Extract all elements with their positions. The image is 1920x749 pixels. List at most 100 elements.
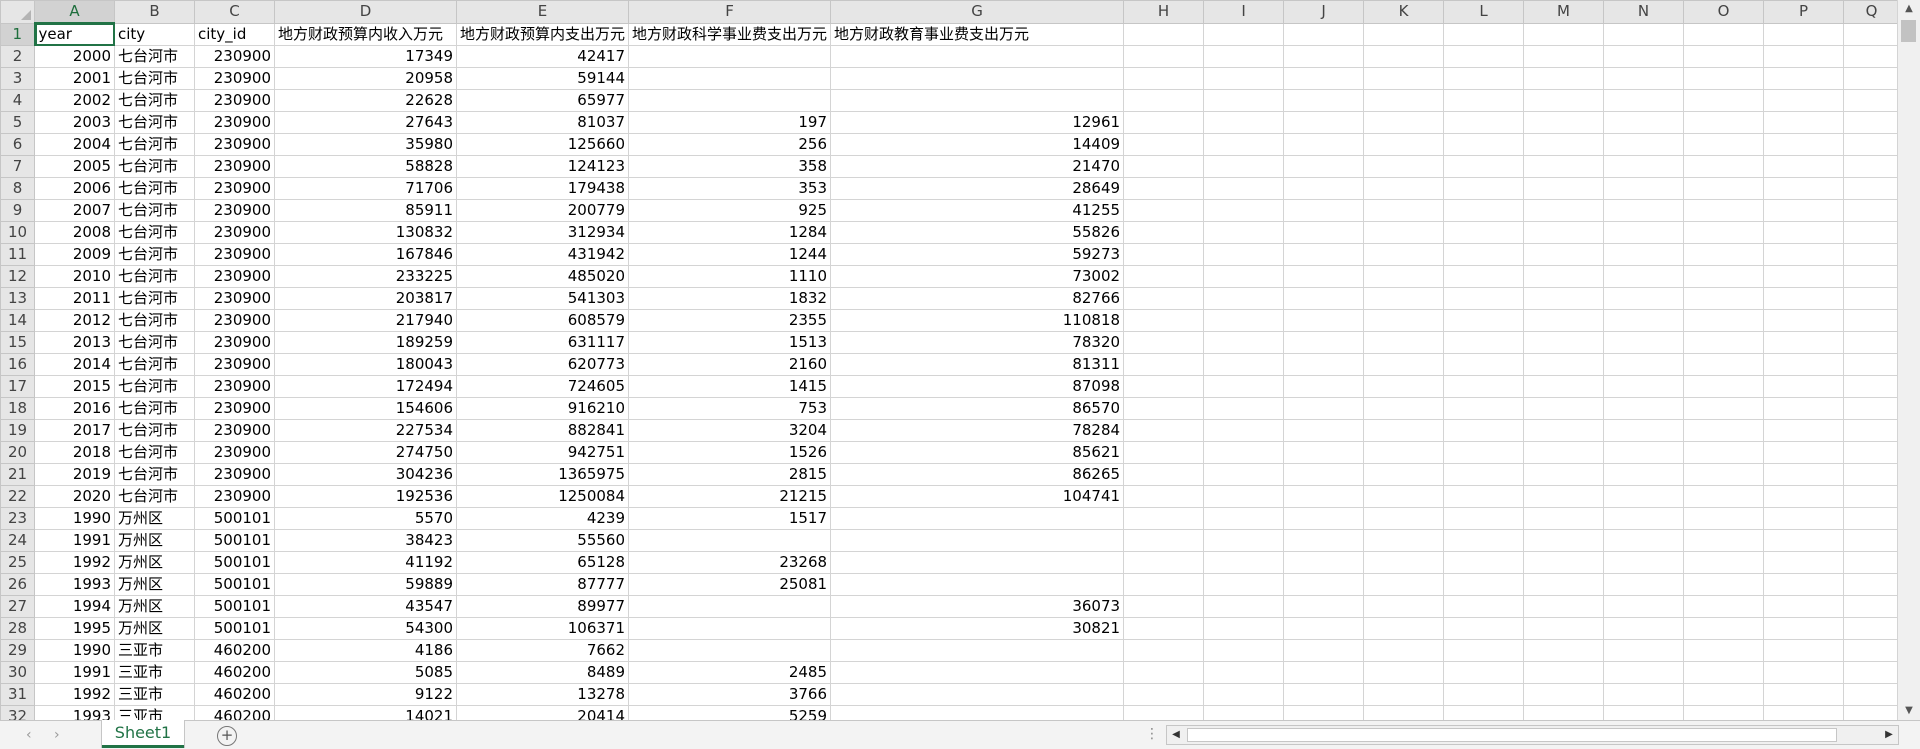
cell-i24[interactable] — [1203, 529, 1285, 552]
cell-m11[interactable] — [1523, 243, 1605, 266]
cell-e3[interactable]: 59144 — [455, 67, 630, 90]
cell-m12[interactable] — [1523, 265, 1605, 288]
cell-h9[interactable] — [1123, 199, 1205, 222]
cell-k19[interactable] — [1363, 419, 1445, 442]
cell-g26[interactable] — [830, 573, 1125, 596]
cell-e14[interactable]: 608579 — [455, 309, 630, 332]
cell-o25[interactable] — [1683, 551, 1765, 574]
cell-h7[interactable] — [1123, 155, 1205, 178]
column-header-k[interactable]: K — [1363, 0, 1445, 24]
cell-b5[interactable]: 七台河市 — [114, 111, 195, 134]
cell-e6[interactable]: 125660 — [455, 133, 630, 156]
cell-e32[interactable]: 20414 — [455, 705, 630, 720]
cell-j18[interactable] — [1283, 397, 1365, 420]
cell-q28[interactable] — [1843, 617, 1901, 640]
cell-f28[interactable] — [628, 617, 832, 640]
cell-f2[interactable] — [628, 45, 832, 68]
cell-g28[interactable]: 30821 — [830, 617, 1125, 640]
cell-g16[interactable]: 81311 — [830, 353, 1125, 376]
cell-e11[interactable]: 431942 — [455, 243, 630, 266]
cell-o2[interactable] — [1683, 45, 1765, 68]
add-sheet-icon[interactable]: + — [217, 726, 237, 746]
cell-d11[interactable]: 167846 — [274, 243, 457, 266]
cell-g24[interactable] — [830, 529, 1125, 552]
cell-f26[interactable]: 25081 — [628, 573, 832, 596]
cell-f13[interactable]: 1832 — [628, 287, 832, 310]
cell-m24[interactable] — [1523, 529, 1605, 552]
cell-q4[interactable] — [1843, 89, 1901, 112]
cell-q13[interactable] — [1843, 287, 1901, 310]
cell-d19[interactable]: 227534 — [274, 419, 457, 442]
cell-e7[interactable]: 124123 — [455, 155, 630, 178]
row-header[interactable]: 10 — [0, 221, 35, 244]
cell-b26[interactable]: 万州区 — [114, 573, 195, 596]
cell-o14[interactable] — [1683, 309, 1765, 332]
column-header-c[interactable]: C — [194, 0, 275, 24]
cell-j9[interactable] — [1283, 199, 1365, 222]
cell-o8[interactable] — [1683, 177, 1765, 200]
cell-c1[interactable]: city_id — [194, 22, 275, 46]
cell-l30[interactable] — [1443, 661, 1525, 684]
cell-b17[interactable]: 七台河市 — [114, 375, 195, 398]
cell-h21[interactable] — [1123, 463, 1205, 486]
cell-m5[interactable] — [1523, 111, 1605, 134]
row-header[interactable]: 9 — [0, 199, 35, 222]
cell-n18[interactable] — [1603, 397, 1685, 420]
cell-l23[interactable] — [1443, 507, 1525, 530]
cell-f24[interactable] — [628, 529, 832, 552]
cell-k10[interactable] — [1363, 221, 1445, 244]
cell-e2[interactable]: 42417 — [455, 45, 630, 68]
cell-n12[interactable] — [1603, 265, 1685, 288]
cell-e18[interactable]: 916210 — [455, 397, 630, 420]
cell-k22[interactable] — [1363, 485, 1445, 508]
cell-a11[interactable]: 2009 — [34, 243, 115, 266]
cell-h23[interactable] — [1123, 507, 1205, 530]
cell-o15[interactable] — [1683, 331, 1765, 354]
cell-i12[interactable] — [1203, 265, 1285, 288]
cell-n9[interactable] — [1603, 199, 1685, 222]
cell-a27[interactable]: 1994 — [34, 595, 115, 618]
cell-h1[interactable] — [1123, 22, 1205, 46]
cell-p27[interactable] — [1763, 595, 1845, 618]
cell-l10[interactable] — [1443, 221, 1525, 244]
cell-e30[interactable]: 8489 — [455, 661, 630, 684]
cell-h18[interactable] — [1123, 397, 1205, 420]
cell-q3[interactable] — [1843, 67, 1901, 90]
cell-d23[interactable]: 5570 — [274, 507, 457, 530]
cell-e9[interactable]: 200779 — [455, 199, 630, 222]
cell-q23[interactable] — [1843, 507, 1901, 530]
cell-h25[interactable] — [1123, 551, 1205, 574]
cell-b4[interactable]: 七台河市 — [114, 89, 195, 112]
cell-h17[interactable] — [1123, 375, 1205, 398]
cell-j4[interactable] — [1283, 89, 1365, 112]
cell-a6[interactable]: 2004 — [34, 133, 115, 156]
cell-h3[interactable] — [1123, 67, 1205, 90]
cell-m6[interactable] — [1523, 133, 1605, 156]
cell-c26[interactable]: 500101 — [194, 573, 275, 596]
cell-b7[interactable]: 七台河市 — [114, 155, 195, 178]
cell-o24[interactable] — [1683, 529, 1765, 552]
cell-i1[interactable] — [1203, 22, 1285, 46]
column-header-p[interactable]: P — [1763, 0, 1845, 24]
row-header[interactable]: 20 — [0, 441, 35, 464]
cell-i17[interactable] — [1203, 375, 1285, 398]
cell-k2[interactable] — [1363, 45, 1445, 68]
cell-o1[interactable] — [1683, 22, 1765, 46]
cell-d26[interactable]: 59889 — [274, 573, 457, 596]
cell-j19[interactable] — [1283, 419, 1365, 442]
cell-f7[interactable]: 358 — [628, 155, 832, 178]
vertical-scroll-thumb[interactable] — [1901, 20, 1916, 42]
cell-p21[interactable] — [1763, 463, 1845, 486]
cell-a25[interactable]: 1992 — [34, 551, 115, 574]
cell-a29[interactable]: 1990 — [34, 639, 115, 662]
cell-f19[interactable]: 3204 — [628, 419, 832, 442]
cell-i26[interactable] — [1203, 573, 1285, 596]
cell-p8[interactable] — [1763, 177, 1845, 200]
cell-j21[interactable] — [1283, 463, 1365, 486]
cell-h31[interactable] — [1123, 683, 1205, 706]
cell-a23[interactable]: 1990 — [34, 507, 115, 530]
cell-l22[interactable] — [1443, 485, 1525, 508]
cell-j12[interactable] — [1283, 265, 1365, 288]
cell-m26[interactable] — [1523, 573, 1605, 596]
cell-a17[interactable]: 2015 — [34, 375, 115, 398]
